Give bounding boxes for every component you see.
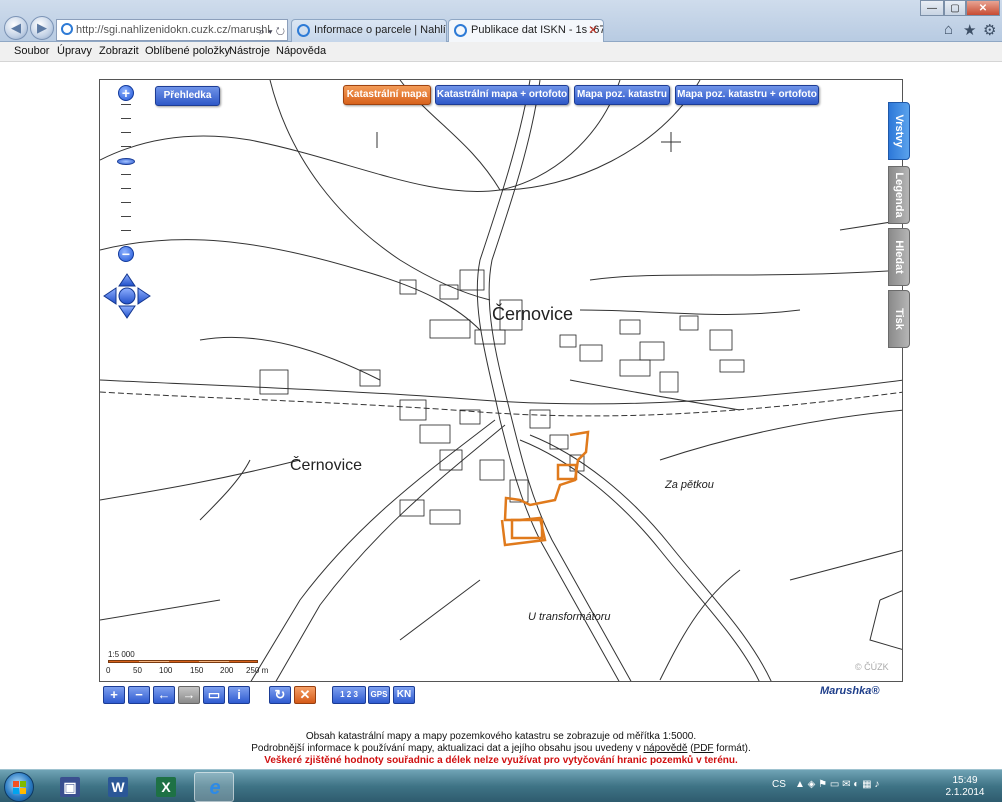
coordinates-button[interactable]: 1 2 3	[332, 686, 366, 704]
tab-label: Publikace dat ISKN - 1s :671...	[471, 24, 604, 36]
map-label-village-upper: Černovice	[492, 303, 573, 324]
marushka-logo: Marushka®	[820, 685, 880, 697]
overview-button[interactable]: Přehledka	[155, 86, 220, 106]
menu-view[interactable]: Zobrazit	[99, 45, 139, 57]
language-indicator[interactable]: CS	[772, 779, 786, 790]
cadastral-map-drawing: Černovice Černovice Za pětkou U transfor…	[100, 80, 902, 681]
close-window-button[interactable]: ✕	[966, 0, 1000, 16]
map-label-u-transformatoru: U transformátoru	[528, 611, 611, 623]
side-tab-legend[interactable]: Legenda	[888, 166, 910, 224]
side-tab-search[interactable]: Hledat	[888, 228, 910, 286]
layer-button-land-cadastre[interactable]: Mapa poz. katastru	[574, 85, 670, 105]
tab-iskn[interactable]: Publikace dat ISKN - 1s :671... ✕	[448, 19, 604, 42]
scale-title: 1:5 000	[108, 650, 135, 659]
side-tab-layers[interactable]: Vrstvy	[888, 102, 910, 160]
close-tab-icon[interactable]: ✕	[588, 20, 598, 41]
taskbar-save-app[interactable]: ▣	[50, 772, 90, 802]
pdf-link[interactable]: PDF	[694, 743, 714, 754]
help-link[interactable]: nápovědě	[643, 743, 687, 754]
address-text: http://sgi.nahlizenidokn.cuzk.cz/marushl	[76, 24, 270, 36]
clear-button[interactable]: ✕	[294, 686, 316, 704]
start-button[interactable]	[4, 772, 34, 802]
zoom-out-icon[interactable]: −	[118, 246, 134, 262]
ie-tab-icon	[297, 24, 310, 37]
gear-icon[interactable]: ⚙	[983, 21, 996, 39]
scale-bar: 1:5 000 0 50 100 150 200 250 m	[106, 650, 269, 678]
floppy-icon: ▣	[60, 777, 80, 797]
taskbar-word[interactable]: W	[98, 772, 138, 802]
menu-tools[interactable]: Nástroje	[229, 45, 270, 57]
word-icon: W	[108, 777, 128, 797]
address-bar[interactable]: http://sgi.nahlizenidokn.cuzk.cz/marushl…	[56, 19, 288, 41]
scale-bar-graphic	[108, 660, 258, 663]
scale-tick: 200	[220, 666, 234, 675]
pan-arrows-icon[interactable]	[102, 272, 152, 320]
zoom-slider-track[interactable]	[121, 104, 131, 244]
next-view-button[interactable]: →	[178, 686, 200, 704]
scale-tick: 50	[133, 666, 142, 675]
layer-button-land-cadastre-ortho[interactable]: Mapa poz. katastru + ortofoto	[675, 85, 819, 105]
zoom-in-button[interactable]: +	[103, 686, 125, 704]
refresh-button[interactable]: ↻	[269, 686, 291, 704]
ie-tab-icon	[454, 24, 467, 37]
zoom-rectangle-button[interactable]: ▭	[203, 686, 225, 704]
excel-icon: X	[156, 777, 176, 797]
scale-tick: 250 m	[246, 666, 269, 675]
taskbar-clock[interactable]: 15:49 2.1.2014	[945, 775, 985, 799]
taskbar-excel[interactable]: X	[146, 772, 186, 802]
scale-tick: 100	[159, 666, 173, 675]
menu-file[interactable]: Soubor	[14, 45, 49, 57]
tab-label: Informace o parcele | Nahlížení...	[314, 24, 446, 36]
info-line-1: Obsah katastrální mapy a mapy pozemkovéh…	[305, 731, 697, 742]
info-text: Obsah katastrální mapy a mapy pozemkovéh…	[0, 731, 1002, 767]
zoom-slider-knob[interactable]	[117, 158, 135, 165]
windows-logo-icon	[13, 781, 26, 794]
zoom-out-button[interactable]: −	[128, 686, 150, 704]
info-button[interactable]: i	[228, 686, 250, 704]
taskbar-internet-explorer[interactable]: e	[194, 772, 234, 802]
address-tools-icon[interactable]: ⌕ ▾ ↻	[259, 22, 285, 40]
menu-edit[interactable]: Úpravy	[57, 45, 92, 57]
tab-parcel-info[interactable]: Informace o parcele | Nahlížení...	[291, 19, 447, 42]
back-button[interactable]: ◀	[4, 16, 28, 40]
maximize-button[interactable]: ▢	[944, 0, 966, 16]
favorites-star-icon[interactable]: ★	[963, 21, 976, 39]
clock-date: 2.1.2014	[945, 787, 985, 798]
map-canvas[interactable]: Černovice Černovice Za pětkou U transfor…	[99, 79, 903, 682]
layer-button-cadastral-ortho[interactable]: Katastrální mapa + ortofoto	[435, 85, 569, 105]
map-label-za-petkou: Za pětkou	[664, 479, 714, 491]
scale-tick: 150	[190, 666, 204, 675]
warning-text: Veškeré zjištěné hodnoty souřadnic a dél…	[264, 755, 738, 766]
previous-view-button[interactable]: ←	[153, 686, 175, 704]
map-label-village-lower: Černovice	[290, 455, 362, 474]
copyright-text: © ČÚZK	[855, 662, 889, 672]
kn-button[interactable]: KN	[393, 686, 415, 704]
scale-tick: 0	[106, 666, 111, 675]
tray-icons[interactable]: ▲ ◈ ⚑ ▭ ✉ ◐ ▦ ♪	[795, 779, 879, 790]
menu-help[interactable]: Nápověda	[276, 45, 326, 57]
gps-button[interactable]: GPS	[368, 686, 390, 704]
taskbar: ▣ W X e CS ▲ ◈ ⚑ ▭ ✉ ◐ ▦ ♪ 15:49 2.1.201…	[0, 769, 1002, 802]
forward-button[interactable]: ▶	[30, 16, 54, 40]
side-tab-print[interactable]: Tisk	[888, 290, 910, 348]
clock-time: 15:49	[952, 775, 978, 786]
home-icon[interactable]: ⌂	[944, 21, 953, 38]
info-line-2: Podrobnější informace k používání mapy, …	[251, 743, 751, 754]
ie-icon: e	[209, 777, 221, 799]
zoom-in-icon[interactable]: +	[118, 85, 134, 101]
menu-favorites[interactable]: Oblíbené položky	[145, 45, 230, 57]
browser-titlebar: ◀ ▶ http://sgi.nahlizenidokn.cuzk.cz/mar…	[0, 0, 1002, 42]
menu-bar: Soubor Úpravy Zobrazit Oblíbené položky …	[0, 42, 1002, 62]
layer-button-cadastral[interactable]: Katastrální mapa	[343, 85, 431, 105]
ie-page-icon	[61, 23, 73, 35]
minimize-button[interactable]: —	[920, 0, 944, 16]
